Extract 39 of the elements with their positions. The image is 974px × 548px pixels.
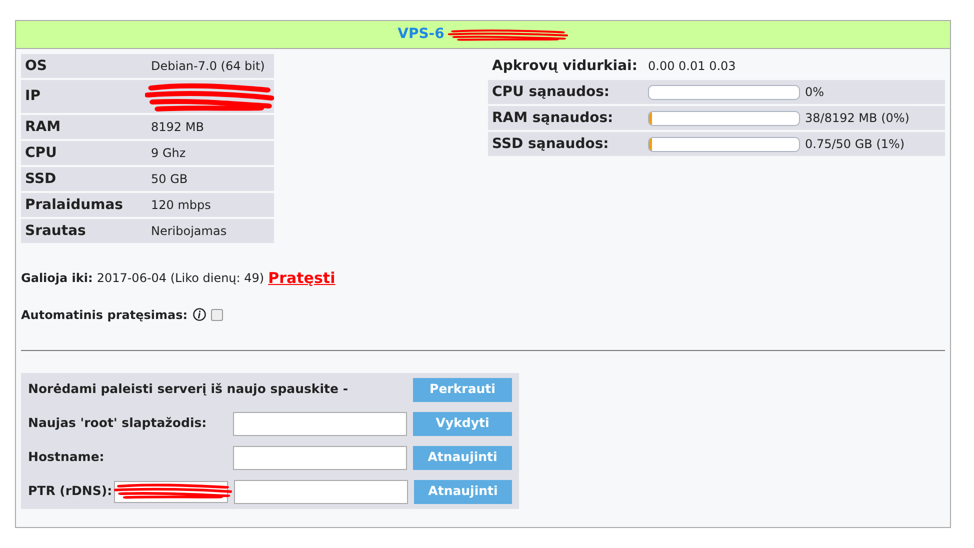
spec-label: Srautas — [24, 222, 87, 240]
usage-reading: 38/8192 MB (0%) — [805, 110, 910, 127]
usage-label: SSD sąnaudos: — [491, 134, 610, 154]
spec-label: OS — [24, 56, 48, 76]
auto-renew-label: Automatinis pratęsimas: — [21, 306, 188, 324]
text-field[interactable] — [233, 412, 407, 436]
renew-link[interactable]: Pratęsti — [268, 267, 336, 290]
spec-value: Debian-7.0 (64 bit) — [151, 58, 265, 75]
usage-reading: 0.75/50 GB (1%) — [805, 136, 905, 153]
spec-value: 9 Ghz — [151, 145, 186, 162]
action-button[interactable]: Vykdyti — [413, 412, 512, 436]
expiry-label: Galioja iki: — [21, 270, 93, 288]
usage-reading: 0% — [805, 84, 824, 101]
load-value: 0.00 0.01 0.03 — [648, 58, 736, 75]
spec-value: Neribojamas — [151, 223, 227, 240]
load-label: Apkrovų vidurkiai: — [491, 56, 638, 76]
action-button[interactable]: Atnaujinti — [413, 446, 512, 470]
spec-value: 8192 MB — [151, 119, 204, 136]
text-field[interactable] — [234, 480, 408, 504]
spec-label: RAM — [24, 118, 62, 136]
action-label: Naujas 'root' slaptažodis: — [28, 414, 208, 432]
expiry-date: 2017-06-04 (Liko dienų: 49) — [96, 270, 264, 288]
action-label: Hostname: — [28, 448, 106, 466]
usage-label: RAM sąnaudos: — [491, 108, 614, 128]
spec-label: Pralaidumas — [24, 196, 124, 214]
spec-value: 50 GB — [151, 171, 188, 188]
auto-renew-checkbox[interactable] — [210, 308, 223, 320]
spec-label: IP — [24, 87, 42, 106]
spec-value: 120 mbps — [151, 197, 211, 214]
action-button[interactable]: Atnaujinti — [414, 480, 512, 504]
usage-label: CPU sąnaudos: — [491, 82, 611, 102]
action-label: PTR (rDNS): — [28, 482, 112, 500]
action-label: Norėdami paleisti serverį iš naujo spauskite - — [28, 380, 350, 398]
spec-label: CPU — [24, 144, 58, 162]
action-button[interactable]: Perkrauti — [413, 378, 512, 402]
text-field[interactable] — [233, 446, 407, 470]
spec-label: SSD — [24, 170, 58, 188]
info-icon[interactable] — [192, 308, 206, 321]
server-title: VPS-6 — [398, 25, 444, 44]
